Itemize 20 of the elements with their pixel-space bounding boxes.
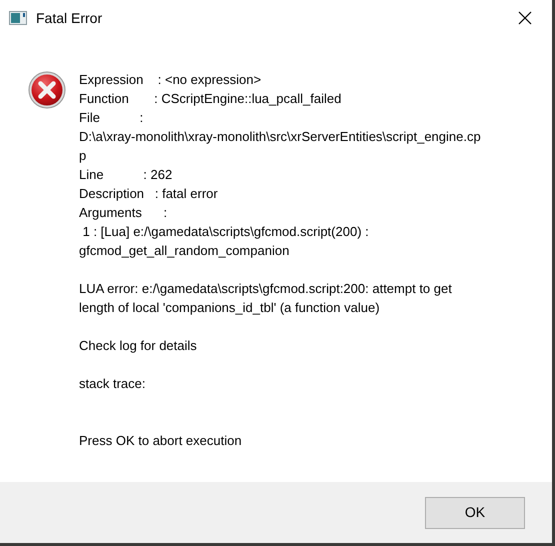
message-line: D:\a\xray-monolith\xray-monolith\src\xrServerEntities\script_engine.cp — [79, 128, 481, 146]
message-line: Expression : <no expression> — [79, 71, 262, 89]
message-line: stack trace: — [79, 375, 146, 393]
message-line: Function : CScriptEngine::lua_pcall_failed — [79, 90, 342, 108]
message-line: LUA error: e:/\gamedata\scripts\gfcmod.script:200: attempt to get — [79, 280, 453, 298]
ok-button[interactable]: OK — [425, 496, 525, 528]
message-line: Press OK to abort execution — [79, 432, 243, 450]
message-line: Check log for details — [79, 337, 198, 355]
message-line: p — [79, 147, 88, 165]
window-title: Fatal Error — [36, 8, 102, 28]
message-line: Arguments : — [79, 204, 168, 222]
error-icon — [28, 71, 66, 109]
message-line: Line : 262 — [79, 166, 174, 184]
message-line: length of local 'companions_id_tbl' (a function value) — [79, 299, 381, 317]
close-icon — [518, 11, 532, 25]
message-line: 1 : [Lua] e:/\gamedata\scripts\gfcmod.script(200) : — [82, 223, 370, 241]
message-line: Description : fatal error — [79, 185, 219, 203]
message-line: File : — [79, 109, 144, 127]
window-icon — [9, 11, 27, 25]
message-line: gfcmod_get_all_random_companion — [79, 242, 290, 260]
